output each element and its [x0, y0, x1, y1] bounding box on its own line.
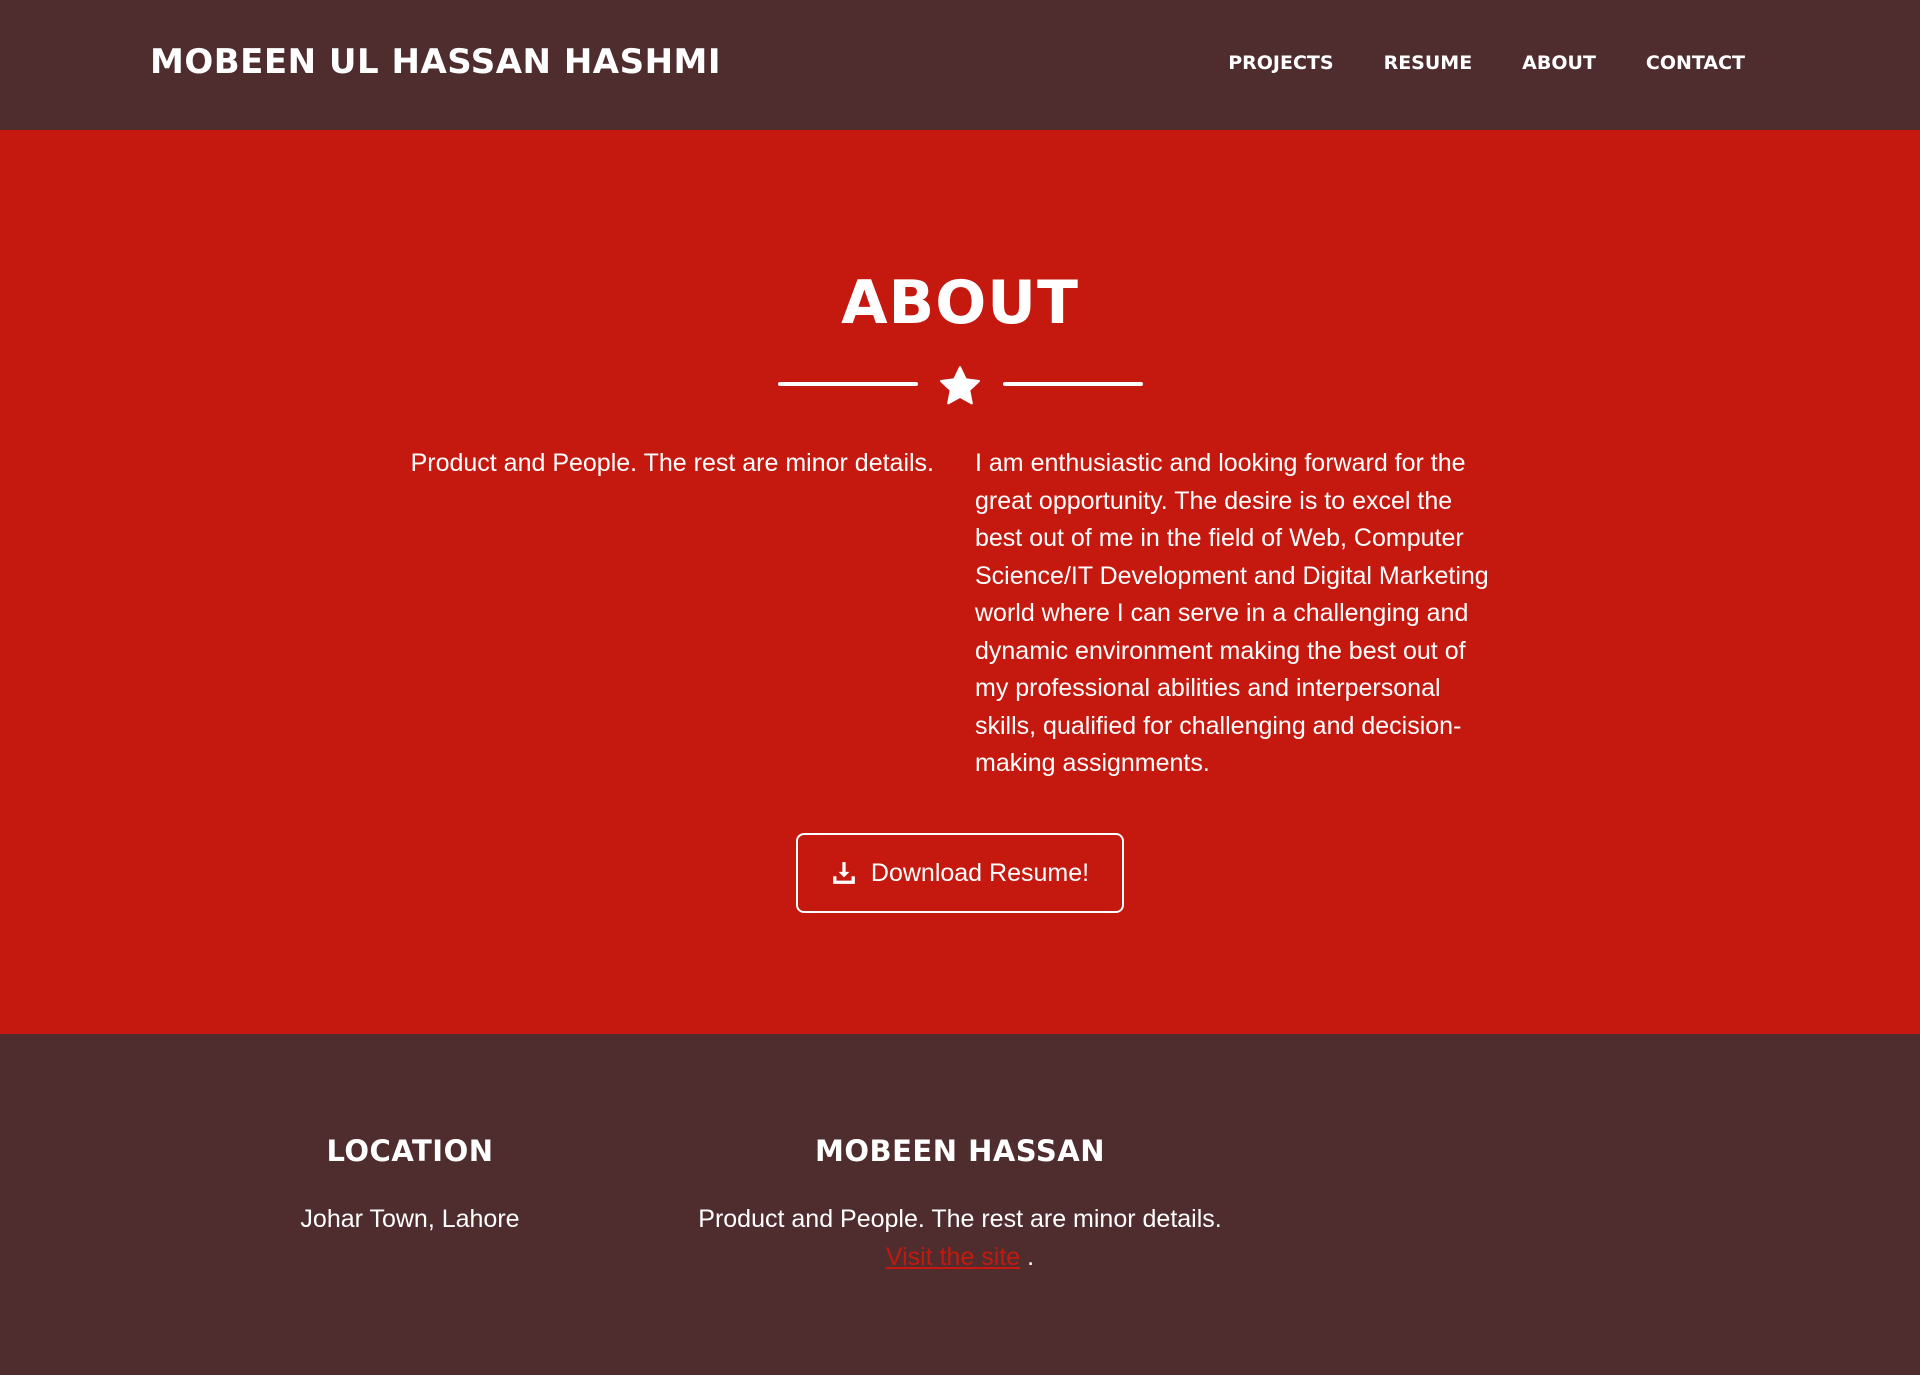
footer-about-text: Product and People. The rest are minor d… — [660, 1201, 1260, 1276]
about-title: ABOUT — [841, 268, 1079, 338]
nav-link-about[interactable]: ABOUT — [1522, 52, 1596, 74]
about-section: ABOUT Product and People. The rest are m… — [0, 130, 1920, 1034]
download-resume-label: Download Resume! — [870, 858, 1090, 887]
visit-site-link[interactable]: Visit the site — [886, 1243, 1020, 1271]
name-heading: MOBEEN HASSAN — [814, 1134, 1105, 1168]
star-icon — [940, 366, 980, 405]
about-description: I am enthusiastic and looking forward fo… — [975, 449, 1489, 777]
about-tagline: Product and People. The rest are minor d… — [410, 449, 934, 477]
download-resume-button[interactable]: Download Resume! — [796, 833, 1124, 913]
footer: LOCATION Johar Town, Lahore MOBEEN HASSA… — [0, 1034, 1920, 1375]
footer-tagline: Product and People. The rest are minor d… — [698, 1205, 1222, 1233]
nav-link-contact[interactable]: CONTACT — [1646, 52, 1745, 74]
nav-links: PROJECTS RESUME ABOUT CONTACT — [1178, 52, 1745, 74]
nav-link-projects[interactable]: PROJECTS — [1228, 52, 1333, 74]
divider-line-right — [1003, 382, 1143, 386]
nav-link-resume[interactable]: RESUME — [1384, 52, 1473, 74]
location-heading: LOCATION — [326, 1134, 494, 1168]
location-text: Johar Town, Lahore — [300, 1205, 520, 1233]
visit-suffix: . — [1027, 1242, 1035, 1271]
divider-line-left — [778, 382, 918, 386]
brand-link[interactable]: MOBEEN UL HASSAN HASHMI — [150, 42, 721, 82]
download-icon — [833, 862, 855, 884]
navbar: MOBEEN UL HASSAN HASHMI PROJECTS RESUME … — [0, 0, 1920, 130]
